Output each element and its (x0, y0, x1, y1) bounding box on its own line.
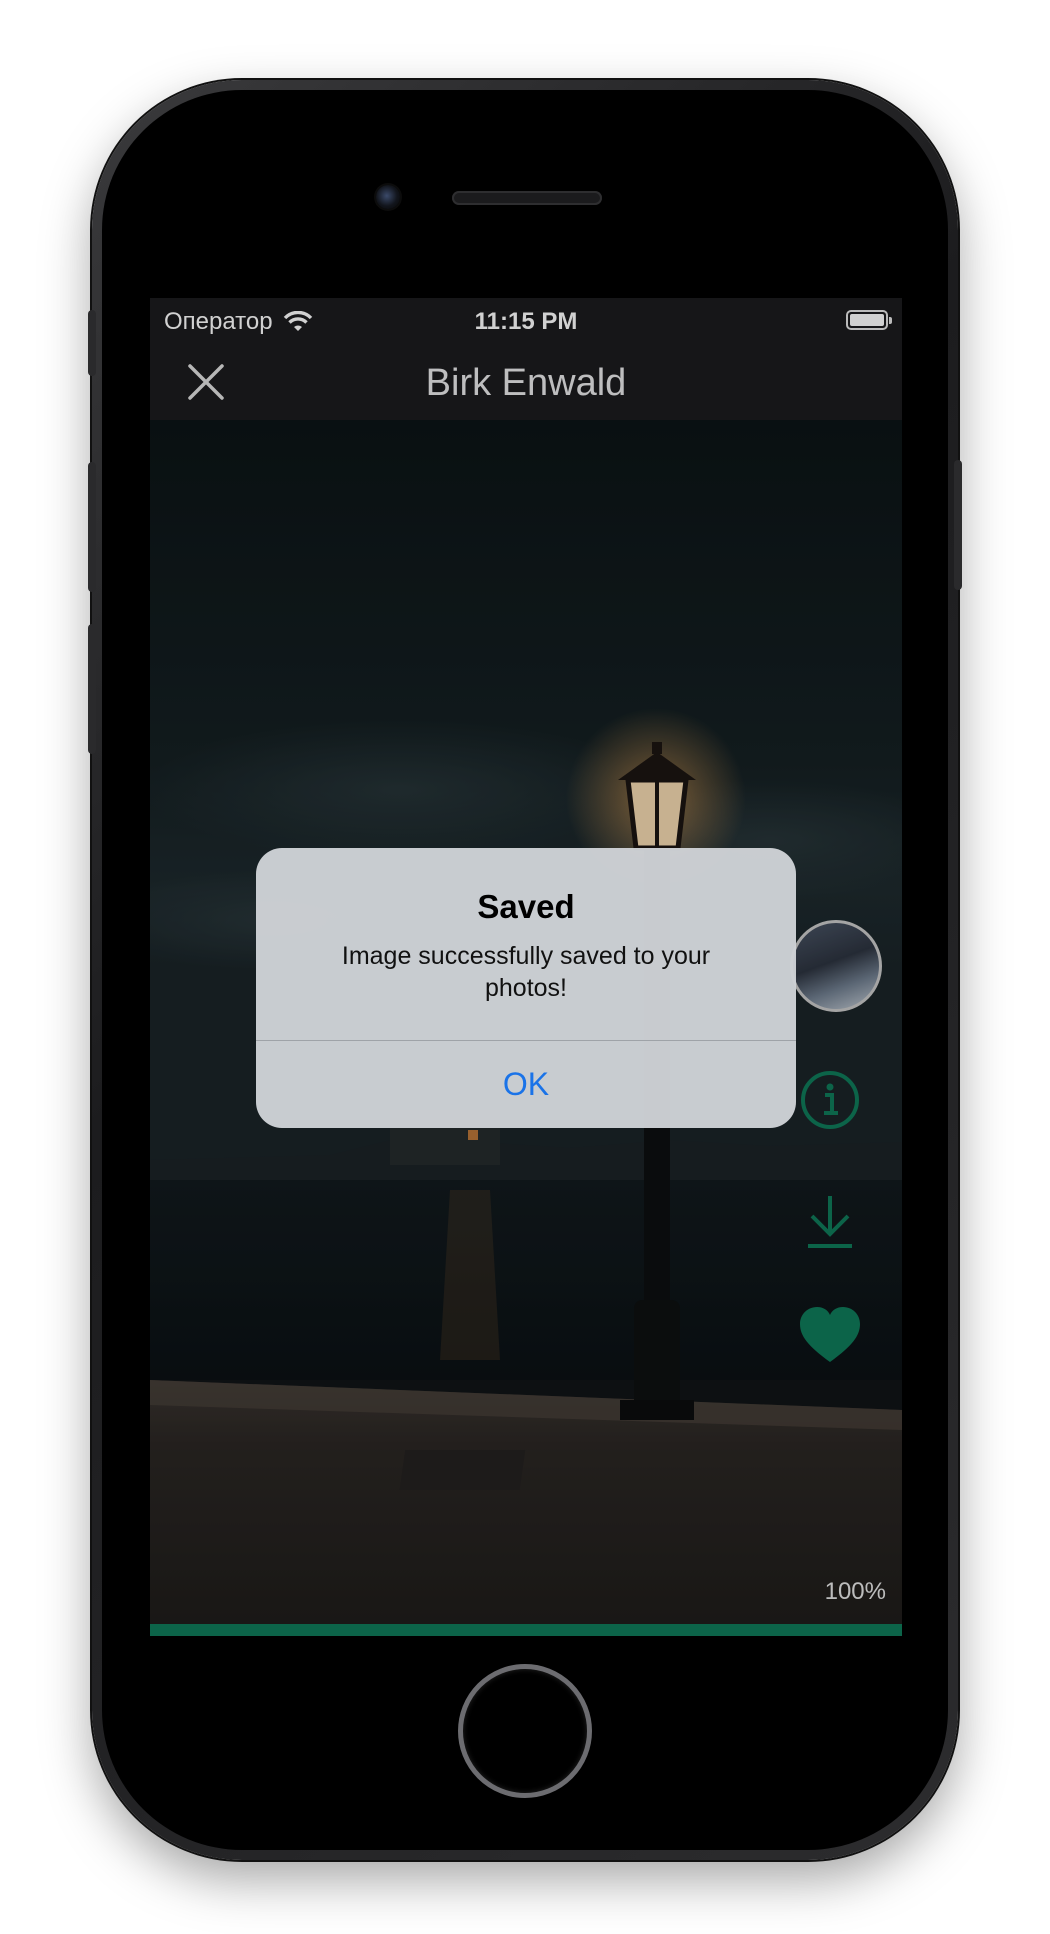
home-button[interactable] (458, 1664, 592, 1798)
alert-title: Saved (477, 888, 575, 925)
volume-down-button (88, 624, 96, 754)
alert-message: Image successfully saved to your photos! (341, 942, 711, 1002)
app-screen: 100% Оператор 11:15 PM Birk Enwald Saved… (150, 298, 902, 1636)
earpiece-speaker (452, 191, 602, 205)
alert-ok-button[interactable]: OK (256, 1041, 796, 1128)
device-stage: 100% Оператор 11:15 PM Birk Enwald Saved… (0, 0, 1050, 1934)
volume-up-button (88, 462, 96, 592)
front-camera (376, 185, 400, 209)
mute-switch (88, 310, 96, 376)
saved-alert: Saved Image successfully saved to your p… (256, 848, 796, 1128)
power-button (954, 460, 962, 590)
